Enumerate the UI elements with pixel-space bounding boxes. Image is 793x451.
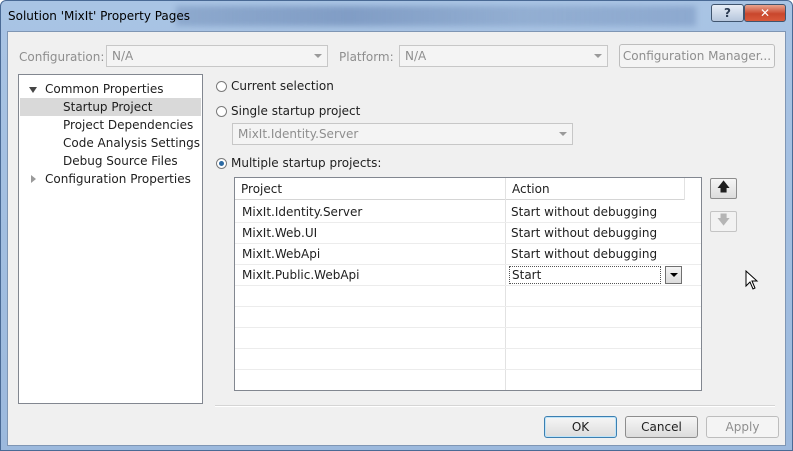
chevron-down-icon — [314, 54, 322, 58]
window-title: Solution 'MixIt' Property Pages — [8, 9, 191, 23]
empty-row — [235, 349, 701, 370]
cancel-button[interactable]: Cancel — [625, 416, 698, 438]
tree-item-debug-source-files[interactable]: Debug Source Files — [20, 152, 201, 170]
current-selection-label[interactable]: Current selection — [231, 79, 334, 93]
project-cell: MixIt.WebApi — [242, 247, 321, 261]
action-cell[interactable]: Start without debugging — [511, 205, 657, 219]
arrow-up-icon: 🡅 — [716, 179, 731, 195]
arrow-down-icon: 🡇 — [716, 212, 731, 228]
action-dropdown-button[interactable] — [665, 266, 682, 284]
empty-row — [235, 328, 701, 349]
column-header-project[interactable]: Project — [235, 178, 506, 200]
title-bar[interactable]: Solution 'MixIt' Property Pages ? ✕ — [1, 1, 792, 31]
empty-row — [235, 286, 701, 307]
help-icon: ? — [724, 6, 731, 20]
platform-dropdown[interactable]: N/A — [399, 45, 608, 67]
close-button[interactable]: ✕ — [744, 4, 786, 22]
table-row[interactable]: MixIt.Identity.Server Start without debu… — [235, 202, 701, 223]
configuration-manager-button[interactable]: Configuration Manager... — [619, 44, 775, 68]
tree-item-project-dependencies[interactable]: Project Dependencies — [20, 116, 201, 134]
tree-item-label: Common Properties — [45, 82, 164, 96]
move-down-button[interactable]: 🡇 — [710, 211, 737, 232]
empty-row — [235, 307, 701, 328]
property-pages-window: Solution 'MixIt' Property Pages ? ✕ Conf… — [0, 0, 793, 451]
tree-item-code-analysis-settings[interactable]: Code Analysis Settings — [20, 134, 201, 152]
close-icon: ✕ — [759, 6, 771, 20]
column-header-action[interactable]: Action — [506, 178, 684, 200]
single-startup-dropdown[interactable]: MixIt.Identity.Server — [232, 123, 573, 145]
action-cell[interactable]: Start without debugging — [511, 247, 657, 261]
dialog-body: Configuration: N/A Platform: N/A Configu… — [7, 31, 786, 446]
property-tree[interactable]: Common Properties Startup Project Projec… — [18, 74, 203, 404]
apply-button[interactable]: Apply — [706, 416, 779, 438]
tree-item-common-properties[interactable]: Common Properties — [20, 80, 201, 98]
tree-item-startup-project[interactable]: Startup Project — [20, 98, 201, 116]
project-cell: MixIt.Public.WebApi — [242, 268, 360, 282]
multiple-startup-radio[interactable] — [216, 158, 227, 169]
expand-closed-icon — [31, 175, 36, 183]
table-row[interactable]: MixIt.Public.WebApi Start — [235, 265, 701, 286]
current-selection-radio[interactable] — [216, 81, 227, 92]
startup-projects-grid[interactable]: Project Action MixIt.Identity.Server Sta… — [234, 177, 702, 391]
configuration-dropdown[interactable]: N/A — [106, 45, 328, 67]
configuration-label: Configuration: — [19, 50, 105, 64]
multiple-startup-label[interactable]: Multiple startup projects: — [231, 156, 381, 170]
platform-value: N/A — [405, 49, 427, 63]
title-bar-background — [176, 6, 696, 26]
action-cell[interactable]: Start without debugging — [511, 226, 657, 240]
tree-item-label: Code Analysis Settings — [63, 136, 201, 150]
move-up-button[interactable]: 🡅 — [710, 178, 737, 199]
tree-item-label: Project Dependencies — [63, 118, 194, 132]
action-select[interactable]: Start — [509, 266, 661, 284]
tree-item-label: Configuration Properties — [45, 172, 191, 186]
chevron-down-icon — [594, 54, 602, 58]
help-button[interactable]: ? — [711, 4, 744, 22]
tree-item-label: Debug Source Files — [63, 154, 178, 168]
ok-button[interactable]: OK — [544, 416, 617, 438]
platform-label: Platform: — [339, 50, 394, 64]
project-cell: MixIt.Web.UI — [242, 226, 318, 240]
table-row[interactable]: MixIt.Web.UI Start without debugging — [235, 223, 701, 244]
expand-open-icon — [29, 87, 37, 93]
single-startup-value: MixIt.Identity.Server — [238, 127, 359, 141]
table-row[interactable]: MixIt.WebApi Start without debugging — [235, 244, 701, 265]
single-startup-label[interactable]: Single startup project — [231, 104, 360, 118]
footer-separator — [215, 405, 775, 407]
project-cell: MixIt.Identity.Server — [242, 205, 363, 219]
single-startup-radio[interactable] — [216, 106, 227, 117]
chevron-down-icon — [559, 132, 567, 136]
mouse-cursor-icon — [745, 270, 759, 290]
configuration-value: N/A — [112, 49, 134, 63]
column-divider — [684, 178, 685, 200]
tree-item-label: Startup Project — [63, 100, 153, 114]
action-select-value: Start — [512, 268, 542, 282]
tree-item-configuration-properties[interactable]: Configuration Properties — [20, 170, 201, 188]
